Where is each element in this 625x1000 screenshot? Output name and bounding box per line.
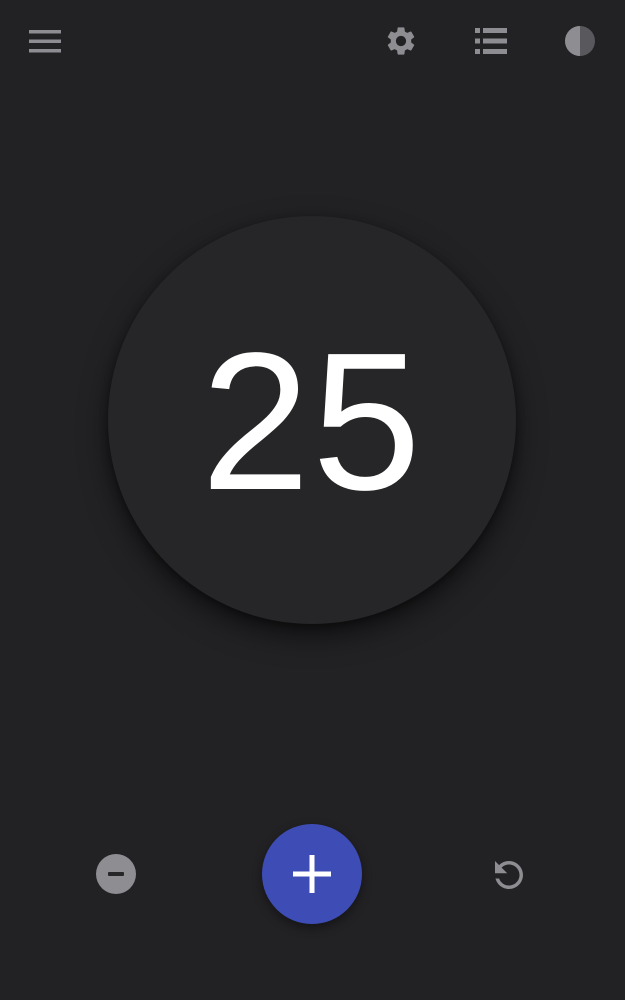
list-icon [475, 28, 507, 54]
refresh-icon [495, 861, 523, 889]
settings-button[interactable] [380, 20, 422, 62]
half-circle-contrast-icon [565, 26, 595, 56]
reset-button[interactable] [486, 852, 532, 898]
counter-display[interactable]: 25 [108, 216, 516, 624]
hamburger-menu-icon [29, 30, 61, 53]
plus-icon [293, 855, 331, 893]
menu-button[interactable] [24, 20, 66, 62]
gear-icon [387, 27, 415, 55]
theme-toggle-button[interactable] [559, 20, 601, 62]
decrement-button[interactable] [95, 853, 137, 895]
counter-value: 25 [200, 312, 423, 531]
increment-button[interactable] [262, 824, 362, 924]
minus-circle-icon [96, 854, 136, 894]
list-button[interactable] [470, 20, 512, 62]
